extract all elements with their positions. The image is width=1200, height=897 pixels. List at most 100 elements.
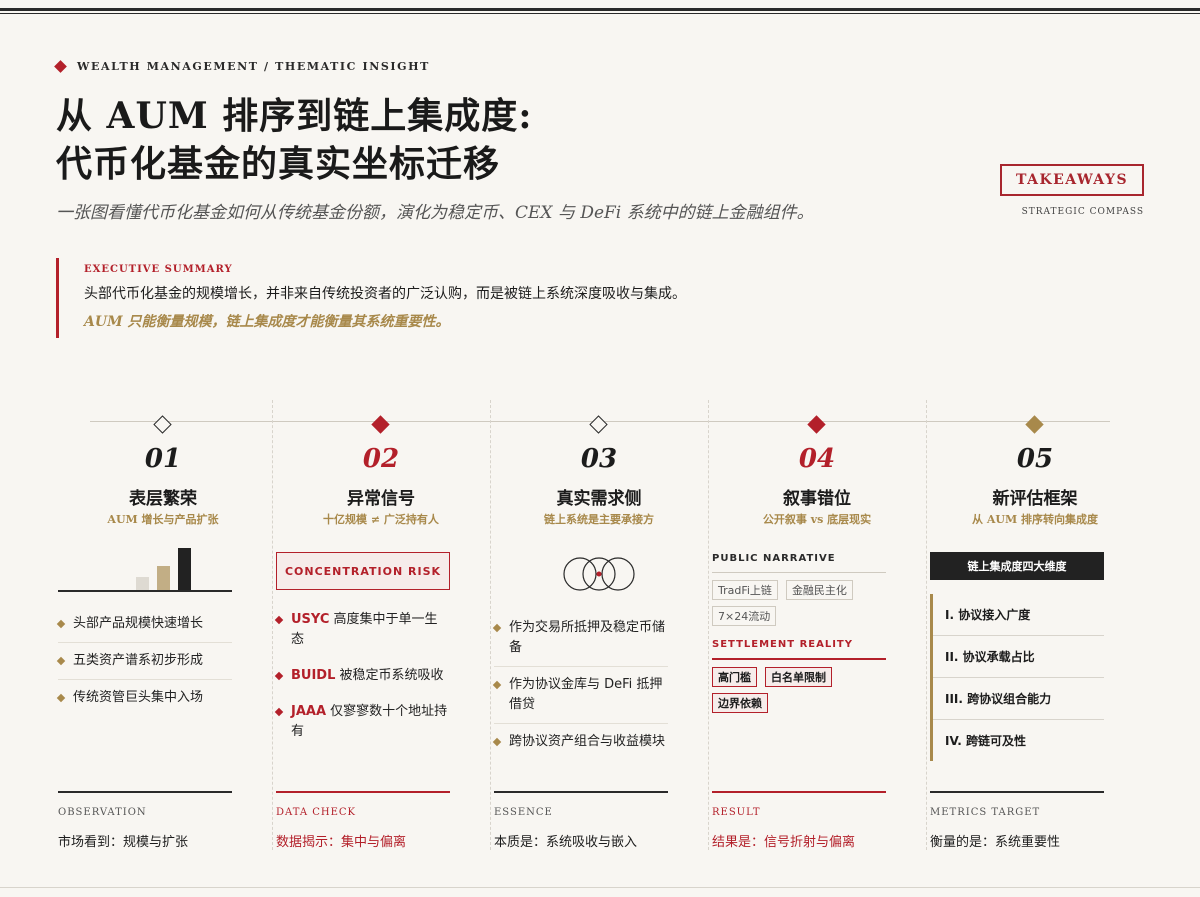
stage-subtitle: 从 AUM 排序转向集成度 (972, 513, 1098, 526)
footer-value: 结果是：信号折射与偏离 (712, 835, 856, 850)
title-line-1: 从 AUM 排序到链上集成度: (56, 95, 533, 137)
summary-line-2: AUM 只能衡量规模，链上集成度才能衡量其系统重要性。 (84, 314, 450, 330)
gold-diamond-icon (56, 656, 66, 666)
list-item: JAAA 仅寥寥数十个地址持有 (274, 694, 450, 750)
red-diamond-icon (371, 415, 390, 434)
chart-bar (157, 566, 170, 590)
stage-01: 01 表层繁荣 AUM 增长与产品扩张 头部产品规模快速增长 五类资产谱系初步形… (54, 410, 272, 850)
hollow-diamond-icon (589, 415, 608, 434)
stage-02: 02 异常信号 十亿规模 ≠ 广泛持有人 CONCENTRATION RISK … (272, 410, 490, 850)
growth-bar-chart (136, 548, 191, 590)
list-item: I. 协议接入广度 (933, 594, 1104, 636)
divider (712, 658, 886, 660)
stage-bullets: USYC 高度集中于单一生态 BUIDL 被稳定币系统吸收 JAAA 仅寥寥数十… (274, 602, 450, 750)
stage-number: 02 (362, 444, 400, 474)
footer-rule (712, 791, 886, 793)
diamond-icon (54, 60, 67, 73)
tag: 边界依赖 (712, 693, 768, 713)
footer-value: 市场看到：规模与扩张 (58, 835, 189, 850)
dimensions-header: 链上集成度四大维度 (930, 552, 1104, 580)
gold-diamond-icon (492, 737, 502, 747)
dimensions-list: I. 协议接入广度 II. 协议承载占比 III. 跨协议组合能力 IV. 跨链… (930, 594, 1104, 761)
footer-value: 本质是：系统吸收与嵌入 (494, 835, 638, 850)
footer-rule (276, 791, 450, 793)
stage-bullets: 作为交易所抵押及稳定币储备 作为协议金库与 DeFi 抵押借贷 跨协议资产组合与… (492, 610, 668, 760)
footer-rule (58, 791, 232, 793)
stage-number: 05 (1016, 444, 1054, 474)
takeaways-subtitle: STRATEGIC COMPASS (1021, 207, 1144, 217)
gold-diamond-icon (1025, 415, 1044, 434)
list-item: 作为交易所抵押及稳定币储备 (492, 610, 668, 667)
stage-subtitle: AUM 增长与产品扩张 (107, 513, 219, 526)
list-item: II. 协议承载占比 (933, 636, 1104, 678)
summary-label: EXECUTIVE SUMMARY (84, 264, 233, 275)
page-subtitle: 一张图看懂代币化基金如何从传统基金份额，演化为稳定币、CEX 与 DeFi 系统… (56, 203, 814, 223)
stage-title: 叙事错位 (783, 489, 851, 509)
divider (712, 572, 886, 573)
chart-baseline (58, 590, 232, 592)
gold-diamond-icon (492, 623, 502, 633)
footer-label: OBSERVATION (58, 807, 147, 818)
stage-title: 真实需求侧 (556, 489, 642, 509)
tag: 白名单限制 (765, 667, 832, 687)
stage-number: 03 (580, 444, 618, 474)
tag: TradFi上链 (712, 580, 778, 600)
list-item: USYC 高度集中于单一生态 (274, 602, 450, 658)
top-rule (0, 8, 1200, 11)
stage-subtitle: 链上系统是主要承接方 (544, 513, 654, 526)
hollow-diamond-icon (153, 415, 172, 434)
footer-rule (930, 791, 1104, 793)
list-item: 头部产品规模快速增长 (56, 606, 232, 643)
public-tags: TradFi上链 金融民主化 7×24流动 (712, 580, 892, 626)
tag: 金融民主化 (785, 580, 853, 600)
stage-number: 04 (798, 444, 836, 474)
footer-value: 衡量的是：系统重要性 (930, 835, 1061, 850)
stage-subtitle: 十亿规模 ≠ 广泛持有人 (323, 513, 439, 526)
footer-label: RESULT (712, 807, 761, 818)
footer-label: ESSENCE (494, 807, 553, 818)
gold-diamond-icon (492, 680, 502, 690)
stage-title: 新评估框架 (992, 489, 1078, 509)
stage-05: 05 新评估框架 从 AUM 排序转向集成度 链上集成度四大维度 I. 协议接入… (926, 410, 1144, 850)
stage-title: 异常信号 (347, 489, 415, 509)
list-item: 五类资产谱系初步形成 (56, 643, 232, 680)
red-diamond-icon (274, 707, 284, 717)
footer-label: METRICS TARGET (930, 807, 1041, 818)
stage-bullets: 头部产品规模快速增长 五类资产谱系初步形成 传统资管巨头集中入场 (56, 606, 232, 716)
gold-diamond-icon (56, 693, 66, 703)
overlapping-circles-icon (563, 557, 635, 591)
list-item: IV. 跨链可及性 (945, 734, 1026, 748)
list-item: BUIDL 被稳定币系统吸收 (274, 658, 450, 694)
stage-number: 01 (144, 444, 182, 474)
tag: 高门槛 (712, 667, 757, 687)
tag: 7×24流动 (712, 606, 777, 626)
concentration-risk-box: CONCENTRATION RISK (276, 552, 450, 590)
footer-rule (494, 791, 668, 793)
settlement-tags: 高门槛 白名单限制 边界依赖 (712, 667, 892, 713)
red-diamond-icon (807, 415, 826, 434)
footer-value: 数据揭示：集中与偏离 (276, 835, 407, 850)
bottom-rule (0, 887, 1200, 888)
kicker-text: WEALTH MANAGEMENT / THEMATIC INSIGHT (77, 60, 430, 73)
title-line-2: 代币化基金的真实坐标迁移 (56, 143, 501, 185)
footer-label: DATA CHECK (276, 807, 357, 818)
gold-diamond-icon (56, 619, 66, 629)
kicker: WEALTH MANAGEMENT / THEMATIC INSIGHT (54, 60, 430, 73)
list-item: 跨协议资产组合与收益模块 (492, 724, 668, 760)
page-title: 从 AUM 排序到链上集成度: 代币化基金的真实坐标迁移 (56, 92, 533, 188)
executive-summary: EXECUTIVE SUMMARY 头部代币化基金的规模增长，并非来自传统投资者… (56, 258, 756, 338)
settlement-reality-label: SETTLEMENT REALITY (712, 639, 853, 650)
list-item: 传统资管巨头集中入场 (56, 680, 232, 716)
stage-subtitle: 公开叙事 vs 底层现实 (762, 513, 872, 526)
public-narrative-label: PUBLIC NARRATIVE (712, 553, 836, 564)
list-item: III. 跨协议组合能力 (933, 678, 1104, 720)
stage-04: 04 叙事错位 公开叙事 vs 底层现实 PUBLIC NARRATIVE Tr… (708, 410, 926, 850)
list-item: 作为协议金库与 DeFi 抵押借贷 (492, 667, 668, 724)
red-diamond-icon (274, 615, 284, 625)
stage-title: 表层繁荣 (129, 489, 197, 509)
chart-bar (136, 577, 149, 590)
takeaways-badge: TAKEAWAYS (1000, 164, 1144, 196)
top-rule-thin (0, 13, 1200, 14)
stage-03: 03 真实需求侧 链上系统是主要承接方 作为交易所抵押及稳定币储备 作为协议金库… (490, 410, 708, 850)
summary-line-1: 头部代币化基金的规模增长，并非来自传统投资者的广泛认购，而是被链上系统深度吸收与… (84, 286, 686, 302)
